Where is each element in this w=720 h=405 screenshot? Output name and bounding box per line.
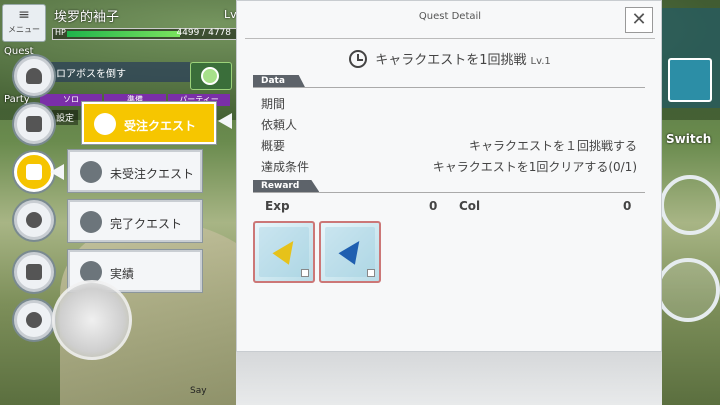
submenu-accepted-quests[interactable]: 受注クエスト [82, 102, 216, 144]
close-button[interactable]: ✕ [625, 7, 653, 33]
col-value: 0 [623, 199, 632, 213]
dialog-title: Quest Detail [418, 11, 482, 22]
shop-icon[interactable] [668, 58, 712, 102]
cart-icon [26, 264, 42, 280]
reward-section-divider [253, 192, 645, 193]
menu-label: メニュー [8, 25, 40, 34]
hp-value: 4499 / 4778 [176, 28, 231, 38]
reward-section-label: Reward [253, 180, 320, 192]
item-corner-icon [301, 269, 309, 277]
quest-scroll-icon [94, 113, 116, 135]
nav-profile-button[interactable] [14, 56, 54, 96]
quest-detail-dialog: Quest Detail ✕ キャラクエストを1回挑戦 Lv.1 Data 期間 … [236, 0, 662, 352]
hp-fill [67, 31, 180, 37]
row-key: 依頼人 [261, 118, 298, 132]
quest-scroll-icon [26, 164, 42, 180]
friends-icon [26, 212, 42, 228]
player-hud: ≡ メニュー 埃罗的袖子 Lv HP 4499 / 4778 SP [0, 0, 255, 48]
item-corner-icon [367, 269, 375, 277]
attack-button[interactable] [656, 258, 720, 322]
submenu-label: 実績 [110, 267, 135, 281]
row-value: キャラクエストを1回クリアする(0/1) [432, 160, 637, 174]
submenu-pointer [50, 164, 64, 180]
nav-friends-button[interactable] [14, 200, 54, 240]
row-key: 期間 [261, 97, 286, 111]
hamburger-icon: ≡ [18, 7, 30, 23]
row-value: キャラクエストを１回挑戦する [468, 139, 637, 153]
hp-label: HP [55, 28, 66, 37]
chat-say-label[interactable]: Say [190, 386, 207, 396]
quest-label: Quest [4, 46, 34, 57]
row-key: 達成条件 [261, 160, 310, 174]
exp-label: Exp [265, 199, 290, 213]
quest-header: キャラクエストを1回挑戦 Lv.1 [237, 49, 663, 68]
nav-bag-button[interactable] [14, 104, 54, 144]
quest-name: キャラクエストを1回挑戦 [375, 53, 527, 68]
submenu-label: 完了クエスト [110, 217, 183, 231]
row-key: 概要 [261, 139, 286, 153]
dialog-footer [236, 352, 662, 405]
clock-icon [349, 50, 368, 68]
exp-value: 0 [429, 199, 438, 213]
player-name: 埃罗的袖子 [54, 10, 120, 25]
quest-done-icon [80, 211, 102, 233]
party-setting[interactable]: 設定 [52, 110, 79, 125]
movement-joystick[interactable] [52, 280, 132, 360]
party-label: Party [4, 94, 30, 105]
person-icon [26, 68, 42, 84]
title-divider [245, 38, 655, 39]
switch-button[interactable]: Switch [666, 132, 711, 146]
hp-bar: HP 4499 / 4778 [52, 28, 240, 40]
bag-icon [26, 116, 42, 132]
data-section-label: Data [253, 75, 305, 87]
reward-item-yellow-crystal[interactable] [253, 221, 315, 283]
notification-icon [201, 67, 219, 85]
notification-badge[interactable] [190, 62, 232, 90]
submenu-label: 受注クエスト [124, 119, 197, 133]
nav-quest-button[interactable] [14, 152, 54, 192]
submenu-label: 未受注クエスト [110, 167, 195, 181]
reward-item-blue-crystal[interactable] [319, 221, 381, 283]
skill-ring[interactable] [660, 175, 720, 235]
data-section-divider [253, 87, 645, 88]
nav-settings-button[interactable] [14, 300, 54, 340]
submenu-unaccepted-quests[interactable]: 未受注クエスト [68, 150, 202, 192]
gear-icon [26, 312, 42, 328]
quest-level: Lv.1 [530, 56, 551, 67]
quest-scroll-icon [80, 161, 102, 183]
col-label: Col [459, 199, 481, 213]
menu-button[interactable]: ≡ メニュー [2, 4, 46, 42]
nav-shop-button[interactable] [14, 252, 54, 292]
quest-banner[interactable]: ロアボスを倒す [40, 62, 190, 82]
active-submenu-pointer [218, 113, 232, 129]
submenu-completed-quests[interactable]: 完了クエスト [68, 200, 202, 242]
level-label: Lv [224, 8, 237, 21]
